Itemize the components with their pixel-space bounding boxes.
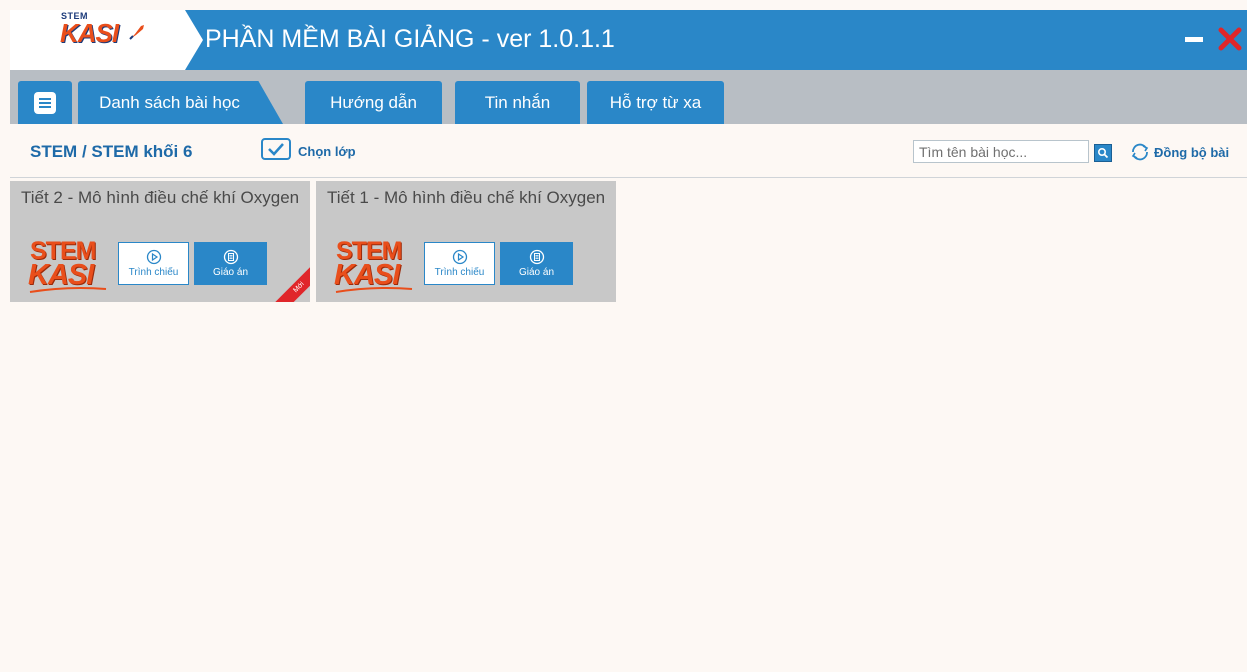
tab-messages[interactable]: Tin nhắn <box>455 81 580 124</box>
select-class-label[interactable]: Chọn lớp <box>298 144 356 159</box>
app-logo: STEM KASI <box>10 10 203 70</box>
select-class-checkbox[interactable] <box>261 138 291 160</box>
close-icon[interactable] <box>1217 26 1243 52</box>
logo-swoosh <box>335 287 413 293</box>
lesson-plan-label: Giáo án <box>212 267 249 278</box>
sync-label: Đồng bộ bài <box>1154 144 1230 160</box>
tab-lesson-list[interactable]: Danh sách bài học <box>78 81 283 124</box>
lesson-plan-label: Giáo án <box>518 267 555 278</box>
rocket-icon <box>129 25 144 40</box>
new-badge: Mới <box>272 260 310 302</box>
search-icon <box>1097 147 1109 159</box>
lesson-plan-button[interactable]: Giáo án <box>500 242 573 285</box>
lesson-plan-button[interactable]: Giáo án <box>194 242 267 285</box>
menu-button[interactable] <box>18 81 72 124</box>
present-button[interactable]: Trình chiếu <box>424 242 495 285</box>
document-icon <box>529 249 544 265</box>
title-bar: STEM KASI PHẦN MỀM BÀI GIẢNG - ver 1.0.1… <box>10 10 1247 70</box>
lesson-title: Tiết 1 - Mô hình điều chế khí Oxygen <box>327 188 606 207</box>
tab-guide[interactable]: Hướng dẫn <box>305 81 442 124</box>
breadcrumb: STEM / STEM khối 6 <box>30 142 193 161</box>
sync-button[interactable]: Đồng bộ bài <box>1129 141 1229 163</box>
play-icon <box>452 249 467 265</box>
stem-kasi-logo: STEM KASI <box>334 239 419 294</box>
tab-remote-support[interactable]: Hỗ trợ từ xa <box>587 81 724 124</box>
document-icon <box>223 249 238 265</box>
logo-kasi-text: KASI <box>28 259 94 291</box>
app-title: PHẦN MỀM BÀI GIẢNG - ver 1.0.1.1 <box>205 25 615 53</box>
minimize-icon[interactable] <box>1185 37 1203 42</box>
lesson-title: Tiết 2 - Mô hình điều chế khí Oxygen <box>21 188 300 207</box>
logo-kasi-text: KASI <box>60 18 119 48</box>
stem-kasi-logo: STEM KASI <box>28 239 113 294</box>
toolbar: STEM / STEM khối 6 Chọn lớp Đồng bộ bài <box>10 124 1247 178</box>
logo-swoosh <box>29 287 107 293</box>
search-input[interactable] <box>913 140 1089 163</box>
lesson-card[interactable]: Tiết 1 - Mô hình điều chế khí Oxygen STE… <box>316 181 616 302</box>
logo-kasi-text: KASI <box>334 259 400 291</box>
present-label: Trình chiếu <box>128 267 179 278</box>
present-button[interactable]: Trình chiếu <box>118 242 189 285</box>
play-icon <box>146 249 161 265</box>
search-button[interactable] <box>1094 144 1112 162</box>
menu-icon <box>34 91 56 114</box>
sync-icon <box>1131 143 1149 161</box>
check-icon <box>268 143 284 156</box>
tab-bar: Danh sách bài học Hướng dẫn Tin nhắn Hỗ … <box>10 70 1247 124</box>
present-label: Trình chiếu <box>434 267 485 278</box>
lesson-card[interactable]: Tiết 2 - Mô hình điều chế khí Oxygen STE… <box>10 181 310 302</box>
